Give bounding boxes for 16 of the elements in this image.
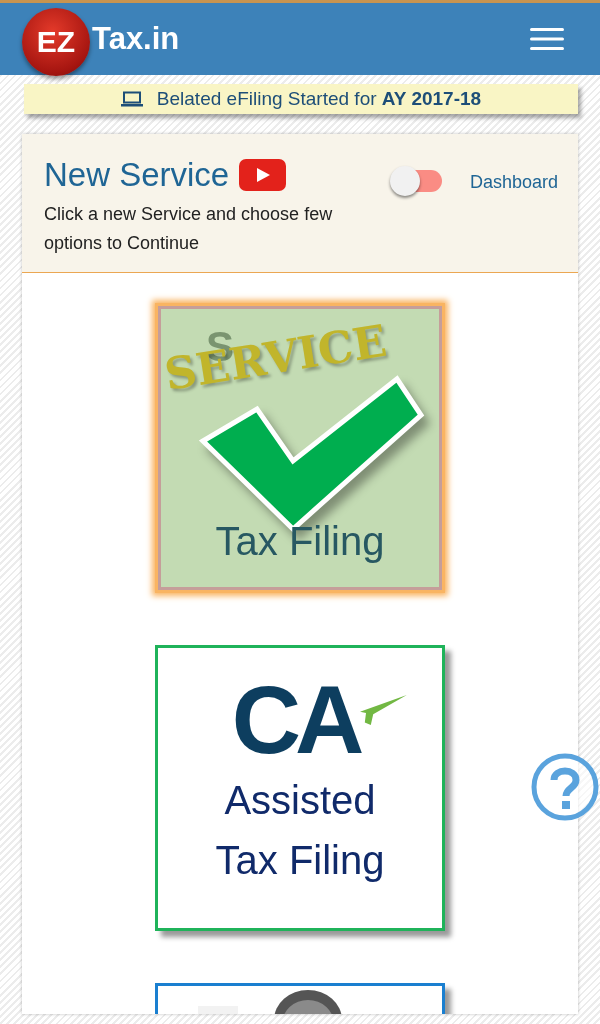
help-icon[interactable] — [530, 752, 600, 822]
dashboard-link[interactable]: Dashboard — [469, 172, 558, 193]
logo-text[interactable]: Tax.in — [92, 21, 180, 57]
notice-text: Belated eFiling Started for AY 2017-18 — [156, 88, 482, 110]
panel-subtitle: Click a new Service and choose few options to Continue — [44, 203, 334, 255]
service-tile[interactable]: S SERVICE Tax Filing — [155, 303, 445, 593]
service-tile[interactable]: CA Assisted Tax Filing — [155, 645, 445, 931]
logo-badge[interactable]: EZ — [22, 8, 90, 76]
laptop-icon — [120, 91, 143, 107]
menu-icon[interactable] — [530, 28, 564, 50]
logo-text: CA — [231, 670, 359, 770]
tile-caption: Tax Filing — [214, 519, 386, 564]
tile-caption: Assisted Tax Filing — [214, 777, 386, 884]
panel-title: New Service — [44, 156, 230, 194]
video-play-icon[interactable] — [239, 159, 287, 191]
tick-icon — [360, 695, 409, 725]
